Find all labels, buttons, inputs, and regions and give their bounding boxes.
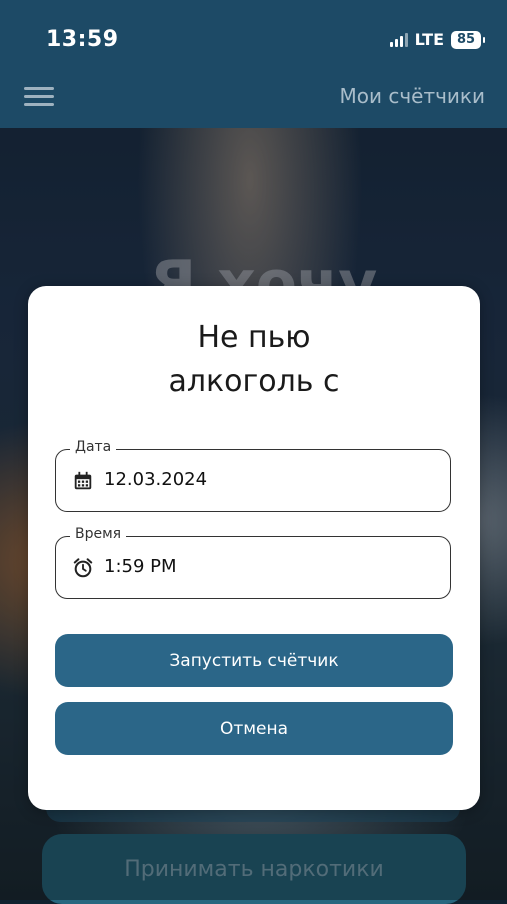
status-time: 13:59 bbox=[46, 27, 119, 52]
status-indicators: LTE 85 bbox=[389, 30, 485, 49]
calendar-icon bbox=[74, 471, 92, 490]
app-bar: Мои счётчики bbox=[0, 70, 507, 128]
start-counter-button[interactable]: Запустить счётчик bbox=[55, 634, 453, 687]
dialog-title: Не пью алкоголь с bbox=[28, 316, 480, 404]
battery-level: 85 bbox=[456, 32, 476, 47]
date-field-value: 12.03.2024 bbox=[104, 469, 208, 490]
battery-icon: 85 bbox=[451, 30, 485, 49]
date-field-label: Дата bbox=[70, 439, 117, 455]
alarm-clock-icon bbox=[73, 558, 93, 578]
app-bar-title[interactable]: Мои счётчики bbox=[339, 84, 485, 108]
time-field-label: Время bbox=[70, 526, 127, 542]
date-field[interactable]: Дата 12.03.2024 bbox=[55, 439, 451, 512]
cancel-button[interactable]: Отмена bbox=[55, 702, 453, 755]
dialog-title-line1: Не пью bbox=[197, 320, 311, 355]
hamburger-menu-icon[interactable] bbox=[24, 85, 54, 109]
signal-icon bbox=[389, 32, 408, 47]
dialog-title-line2: алкоголь с bbox=[168, 364, 340, 399]
status-bar: 13:59 LTE 85 bbox=[0, 0, 507, 70]
time-field-value: 1:59 PM bbox=[104, 556, 177, 577]
start-counter-dialog: Не пью алкоголь с Дата 12.03.2024 Время … bbox=[28, 286, 480, 810]
time-field[interactable]: Время 1:59 PM bbox=[55, 526, 451, 599]
network-type: LTE bbox=[414, 30, 444, 49]
